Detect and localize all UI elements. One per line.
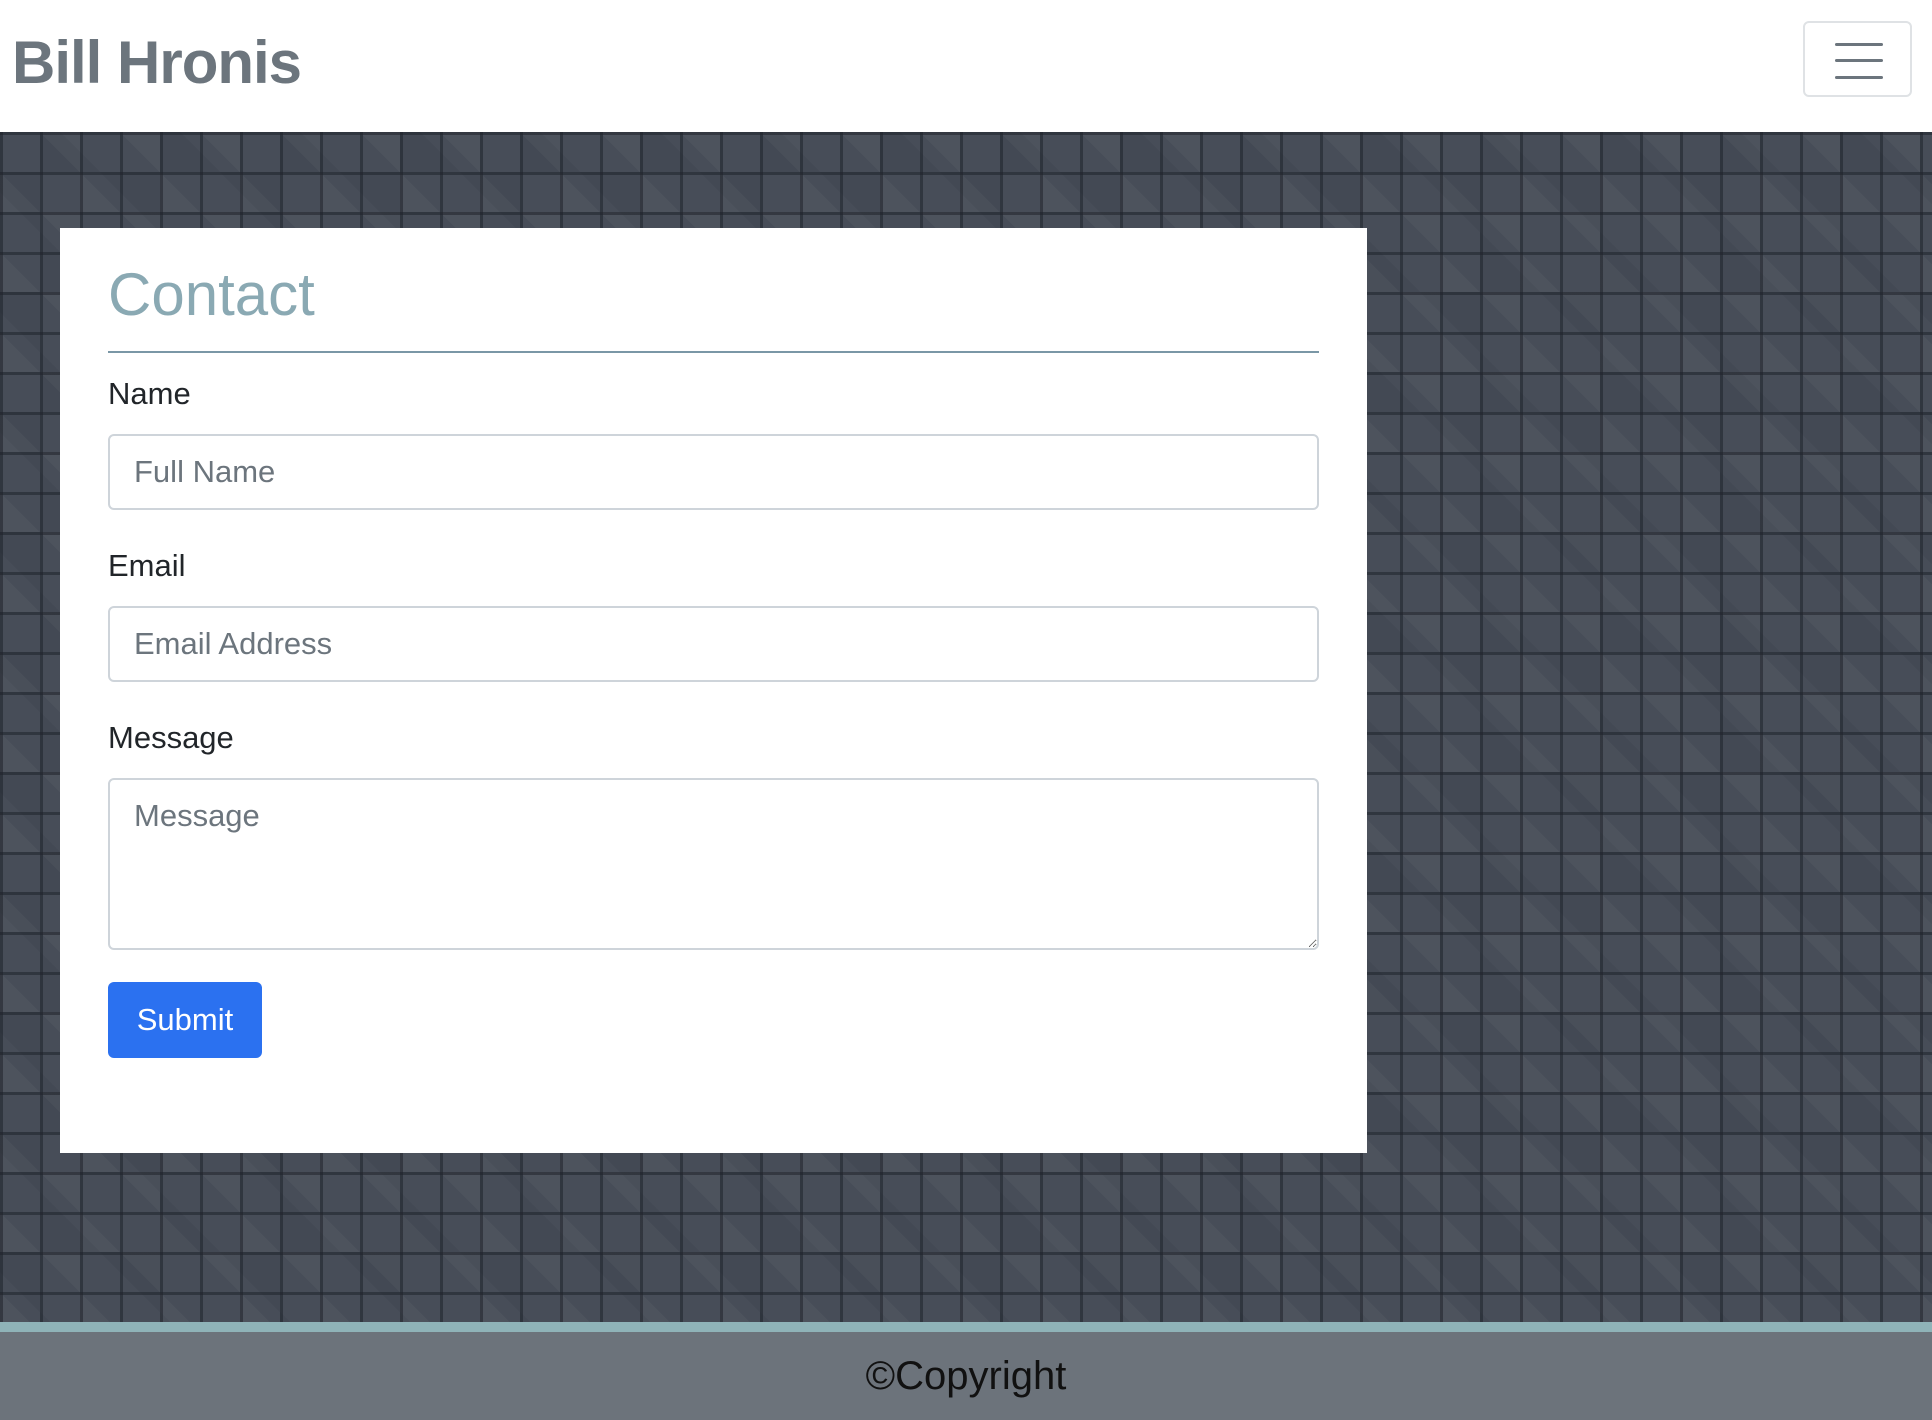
email-label: Email [108, 548, 186, 583]
email-field[interactable] [108, 606, 1319, 682]
name-field[interactable] [108, 434, 1319, 510]
page-title: Contact [108, 261, 315, 328]
title-divider [108, 351, 1319, 353]
message-label: Message [108, 720, 234, 755]
footer-accent-bar [0, 1322, 1932, 1332]
navbar: Bill Hronis [0, 0, 1932, 132]
contact-card: Contact Name Email Message Submit [60, 228, 1367, 1153]
menu-toggle-button[interactable] [1803, 21, 1912, 97]
brand-title[interactable]: Bill Hronis [12, 28, 302, 98]
message-field[interactable] [108, 778, 1319, 950]
name-label: Name [108, 376, 191, 411]
hamburger-menu-icon [1835, 43, 1883, 79]
footer: ©Copyright [0, 1332, 1932, 1420]
copyright-text: ©Copyright [865, 1354, 1067, 1398]
submit-button[interactable]: Submit [108, 982, 262, 1058]
